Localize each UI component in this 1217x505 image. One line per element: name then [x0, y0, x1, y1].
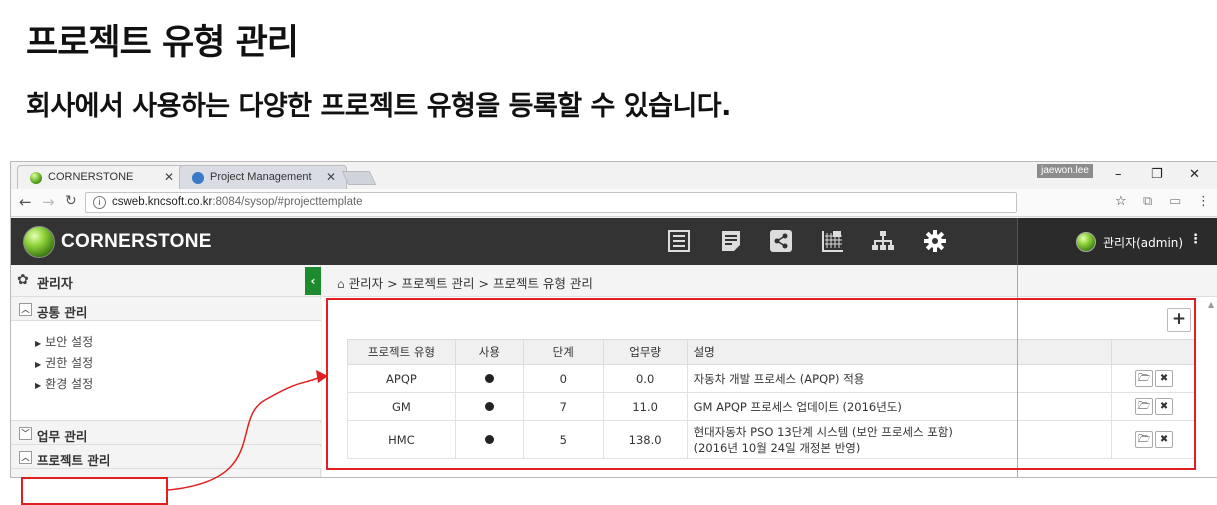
callout-arrow	[167, 370, 328, 491]
